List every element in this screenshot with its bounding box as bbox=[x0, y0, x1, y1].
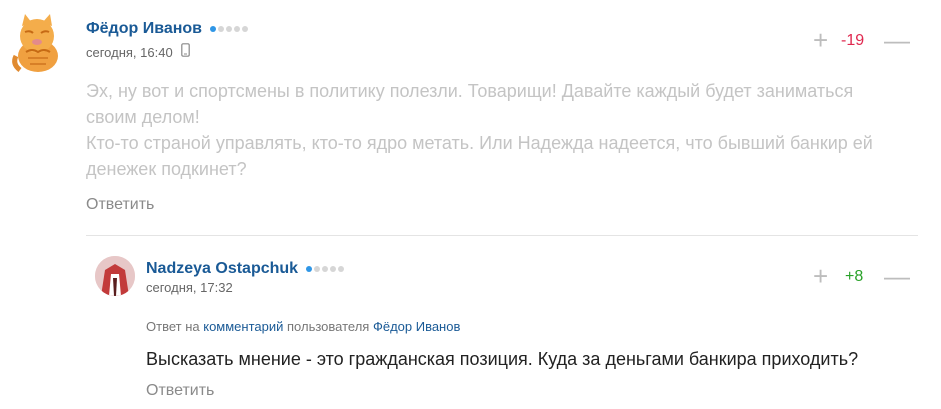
comment-author[interactable]: Фёдор Иванов bbox=[86, 20, 202, 38]
comment-author[interactable]: Nadzeya Ostapchuk bbox=[146, 260, 298, 278]
comment-text-line: Эх, ну вот и спортсмены в политику полез… bbox=[86, 81, 854, 101]
reply-to-comment-link[interactable]: комментарий bbox=[203, 319, 283, 334]
reply-to-middle: пользователя bbox=[287, 319, 370, 334]
reply-button[interactable]: Ответить bbox=[146, 382, 214, 400]
downvote-button[interactable]: — bbox=[884, 27, 910, 53]
avatar[interactable] bbox=[8, 12, 66, 74]
reply-to-info: Ответ на комментарий пользователя Фёдор … bbox=[146, 319, 460, 334]
comment-score: -19 bbox=[841, 32, 865, 49]
reply-button[interactable]: Ответить bbox=[86, 196, 154, 214]
comment-text-line: денежек подкинет? bbox=[86, 159, 247, 179]
reply-to-prefix: Ответ на bbox=[146, 319, 200, 334]
mobile-icon bbox=[181, 43, 190, 62]
comment-score: +8 bbox=[845, 268, 864, 285]
upvote-button[interactable]: + bbox=[813, 263, 828, 289]
user-rating-dots bbox=[306, 266, 344, 272]
downvote-button[interactable]: — bbox=[884, 263, 910, 289]
person-avatar-icon bbox=[95, 256, 135, 296]
reply-to-user-link[interactable]: Фёдор Иванов bbox=[373, 319, 460, 334]
upvote-button[interactable]: + bbox=[813, 27, 828, 53]
avatar[interactable] bbox=[95, 256, 135, 296]
reply-comment: Nadzeya Ostapchuk сегодня, 17:32 + +8 — … bbox=[0, 240, 941, 409]
comment-text-line: Кто-то страной управлять, кто-то ядро ме… bbox=[86, 133, 873, 153]
comment-text: Эх, ну вот и спортсмены в политику полез… bbox=[86, 78, 926, 182]
comment-date: сегодня, 17:32 bbox=[146, 280, 233, 295]
divider bbox=[86, 235, 918, 236]
user-rating-dots bbox=[210, 26, 248, 32]
comment: Фёдор Иванов сегодня, 16:40 + -19 — Эх, … bbox=[0, 0, 941, 230]
cat-avatar-icon bbox=[12, 14, 58, 72]
comment-text: Высказать мнение - это гражданская позиц… bbox=[146, 349, 859, 369]
comment-text-line: своим делом! bbox=[86, 107, 200, 127]
comment-date: сегодня, 16:40 bbox=[86, 45, 173, 60]
